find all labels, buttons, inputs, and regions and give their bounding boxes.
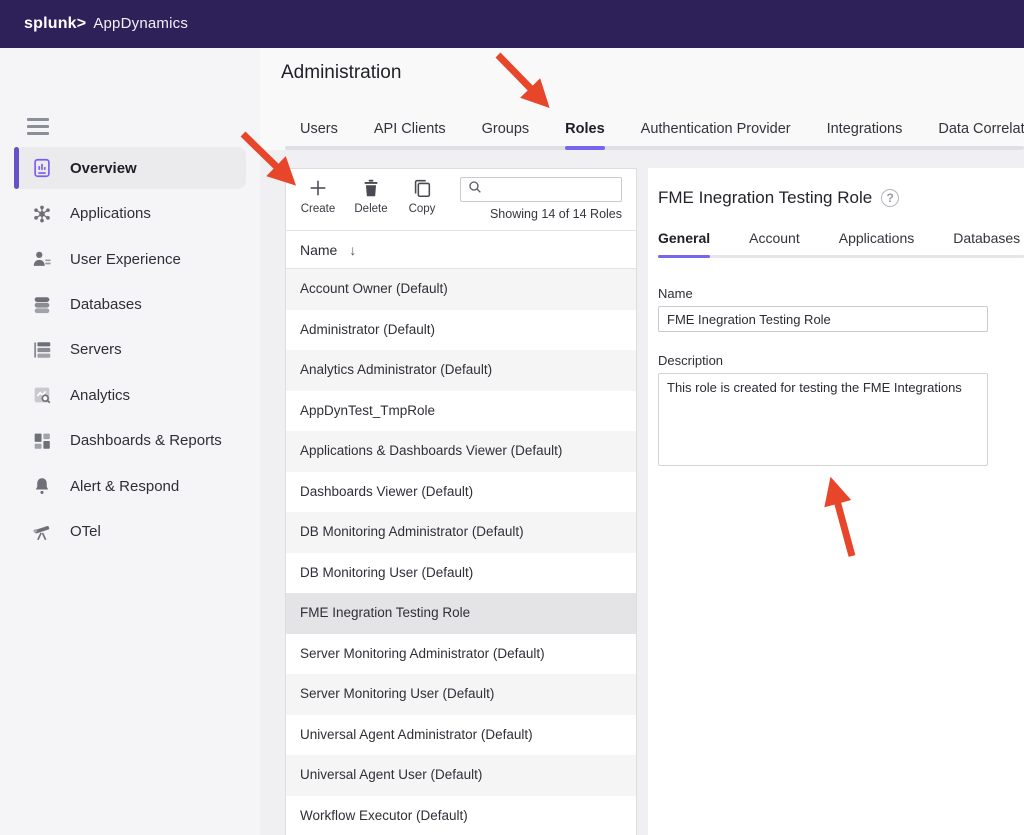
delete-button[interactable]: Delete (345, 177, 397, 215)
tab-integrations[interactable]: Integrations (827, 121, 903, 150)
sidebar-item-label: User Experience (70, 251, 181, 268)
roles-toolbar: Create Delete Copy (286, 169, 636, 231)
copy-button[interactable]: Copy (396, 177, 448, 215)
databases-icon (30, 293, 54, 317)
role-detail-panel: FME Inegration Testing Role ? General Ac… (648, 168, 1024, 835)
help-icon[interactable]: ? (881, 189, 899, 207)
search-icon (467, 179, 483, 200)
admin-tabs: Users API Clients Groups Roles Authentic… (260, 121, 1024, 150)
sidebar-item-applications[interactable]: Applications (14, 193, 246, 235)
applications-icon (30, 202, 54, 226)
roles-search: Showing 14 of 14 Roles (460, 177, 622, 221)
tab-authentication-provider[interactable]: Authentication Provider (641, 121, 791, 150)
sort-desc-icon[interactable]: ↓ (349, 242, 356, 258)
showing-count-text: Showing 14 of 14 Roles (460, 207, 622, 221)
sidebar-item-alert-respond[interactable]: Alert & Respond (14, 465, 246, 507)
telescope-icon (30, 520, 54, 544)
copy-icon (396, 177, 448, 201)
create-button[interactable]: Create (292, 177, 344, 215)
tab-account[interactable]: Account (749, 230, 800, 258)
sidebar-item-label: Overview (70, 160, 137, 177)
name-field-label: Name (658, 286, 988, 301)
roles-search-input[interactable] (483, 182, 621, 197)
sidebar-item-label: Databases (70, 296, 142, 313)
role-row[interactable]: Administrator (Default) (286, 310, 636, 351)
sidebar-item-analytics[interactable]: Analytics (14, 374, 246, 416)
main-area: Administration Users API Clients Groups … (260, 48, 1024, 835)
sidebar-item-label: Analytics (70, 387, 130, 404)
selected-indicator-bar (14, 147, 19, 189)
description-field-label: Description (658, 353, 988, 368)
sidebar-item-overview[interactable]: Overview (14, 147, 246, 189)
role-row[interactable]: Dashboards Viewer (Default) (286, 472, 636, 513)
role-row-selected[interactable]: FME Inegration Testing Role (286, 593, 636, 634)
role-row[interactable]: DB Monitoring Administrator (Default) (286, 512, 636, 553)
brand-logo: splunk> AppDynamics (24, 15, 188, 33)
plus-icon (292, 177, 344, 201)
sidebar-item-otel[interactable]: OTel (14, 511, 246, 553)
overview-icon (30, 156, 54, 180)
bell-icon (30, 474, 54, 498)
sidebar-item-databases[interactable]: Databases (14, 284, 246, 326)
tab-databases[interactable]: Databases (953, 230, 1020, 258)
role-general-form: Name Description This role is created fo… (658, 286, 988, 471)
roles-list-panel: Create Delete Copy (285, 168, 637, 835)
sidebar-item-label: Dashboards & Reports (70, 432, 222, 449)
sidebar-item-user-experience[interactable]: User Experience (14, 238, 246, 280)
role-row[interactable]: Server Monitoring User (Default) (286, 674, 636, 715)
role-detail-title: FME Inegration Testing Role (658, 188, 872, 208)
role-row[interactable]: Universal Agent Administrator (Default) (286, 715, 636, 756)
role-row[interactable]: DB Monitoring User (Default) (286, 553, 636, 594)
topbar: splunk> AppDynamics (0, 0, 1024, 48)
role-name-input[interactable] (658, 306, 988, 332)
sidebar-item-servers[interactable]: Servers (14, 329, 246, 371)
tab-general[interactable]: General (658, 230, 710, 258)
role-row[interactable]: Analytics Administrator (Default) (286, 350, 636, 391)
tab-applications[interactable]: Applications (839, 230, 915, 258)
tab-data-correlation[interactable]: Data Correlation (938, 121, 1024, 150)
servers-icon (30, 338, 54, 362)
sidebar-item-dashboards-reports[interactable]: Dashboards & Reports (14, 420, 246, 462)
role-row[interactable]: Universal Agent User (Default) (286, 755, 636, 796)
page-title: Administration (281, 62, 401, 84)
splunk-logo: splunk> (24, 15, 86, 32)
menu-icon[interactable] (27, 118, 49, 135)
brand-product-name: AppDynamics (93, 15, 188, 32)
sidebar-item-label: Servers (70, 341, 122, 358)
sidebar-item-label: Alert & Respond (70, 478, 179, 495)
name-column-header[interactable]: Name ↓ (286, 231, 636, 269)
content-area: Create Delete Copy (260, 150, 1024, 835)
sidebar-item-label: OTel (70, 523, 101, 540)
search-box[interactable] (460, 177, 622, 202)
role-row[interactable]: Server Monitoring Administrator (Default… (286, 634, 636, 675)
trash-icon (345, 177, 397, 201)
role-row[interactable]: Applications & Dashboards Viewer (Defaul… (286, 431, 636, 472)
sidebar-nav: Overview Applications (0, 144, 260, 556)
admin-header: Administration Users API Clients Groups … (260, 48, 1024, 150)
tab-users[interactable]: Users (300, 121, 338, 150)
role-description-textarea[interactable]: This role is created for testing the FME… (658, 373, 988, 466)
role-detail-tabs: General Account Applications Databases (658, 230, 1024, 258)
dashboards-icon (30, 429, 54, 453)
role-row[interactable]: AppDynTest_TmpRole (286, 391, 636, 432)
user-experience-icon (30, 247, 54, 271)
role-row[interactable]: Account Owner (Default) (286, 269, 636, 310)
role-row[interactable]: Workflow Executor (Default) (286, 796, 636, 835)
tab-roles[interactable]: Roles (565, 121, 605, 150)
sidebar: Overview Applications (0, 48, 260, 835)
tab-api-clients[interactable]: API Clients (374, 121, 446, 150)
roles-list: Account Owner (Default) Administrator (D… (286, 269, 636, 835)
tab-groups[interactable]: Groups (482, 121, 530, 150)
analytics-icon (30, 383, 54, 407)
sidebar-item-label: Applications (70, 205, 151, 222)
